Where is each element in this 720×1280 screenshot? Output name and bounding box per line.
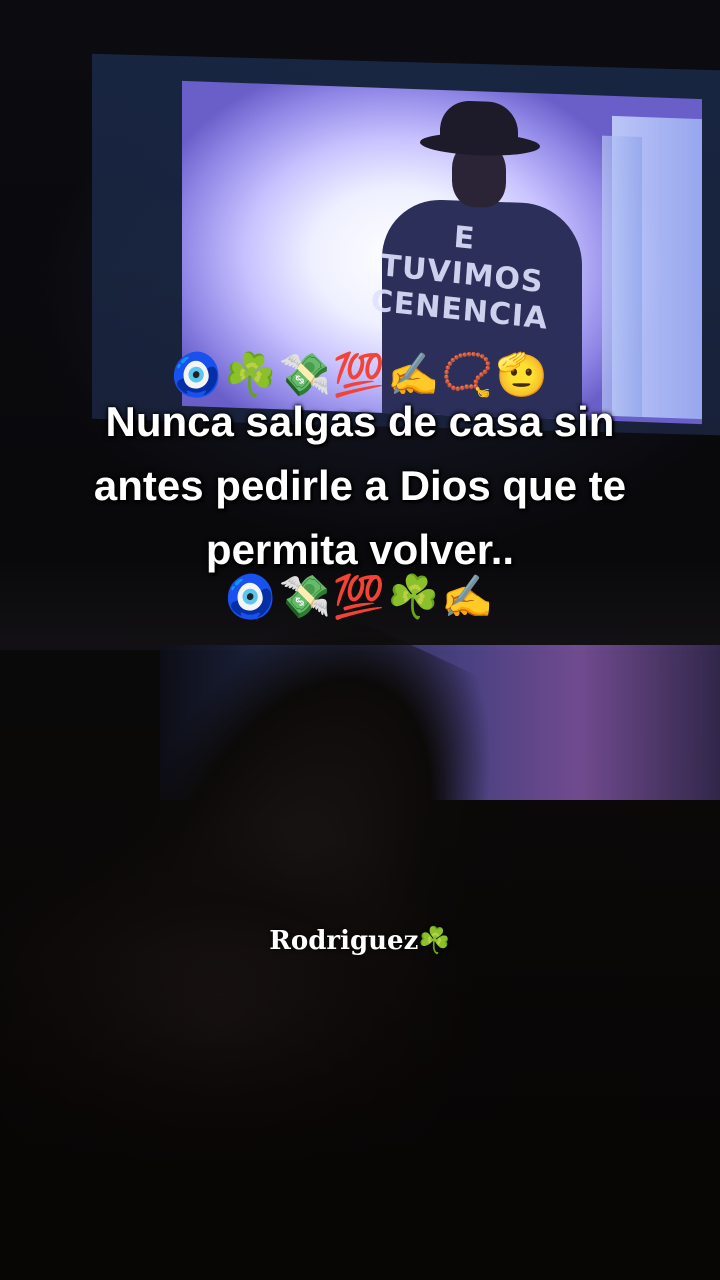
caption-text: Nunca salgas de casa sin antes pedirle a…: [40, 390, 680, 582]
photo-background: E TUVIMOS CENENCIA 🧿☘️💸💯✍️📿🫡 Nunca salga…: [0, 0, 720, 1280]
bottom-shadow: [0, 950, 720, 1280]
tv-shirt-text: E TUVIMOS CENENCIA: [368, 212, 555, 338]
caption-line: antes pedirle a Dios que te: [93, 462, 627, 509]
emoji-row-bottom: 🧿💸💯☘️✍️: [224, 572, 496, 621]
signature-text: Rodriguez☘️: [269, 926, 451, 956]
caption-line: Nunca salgas de casa sin: [105, 398, 615, 445]
cowboy-hat-brim: [420, 131, 540, 158]
